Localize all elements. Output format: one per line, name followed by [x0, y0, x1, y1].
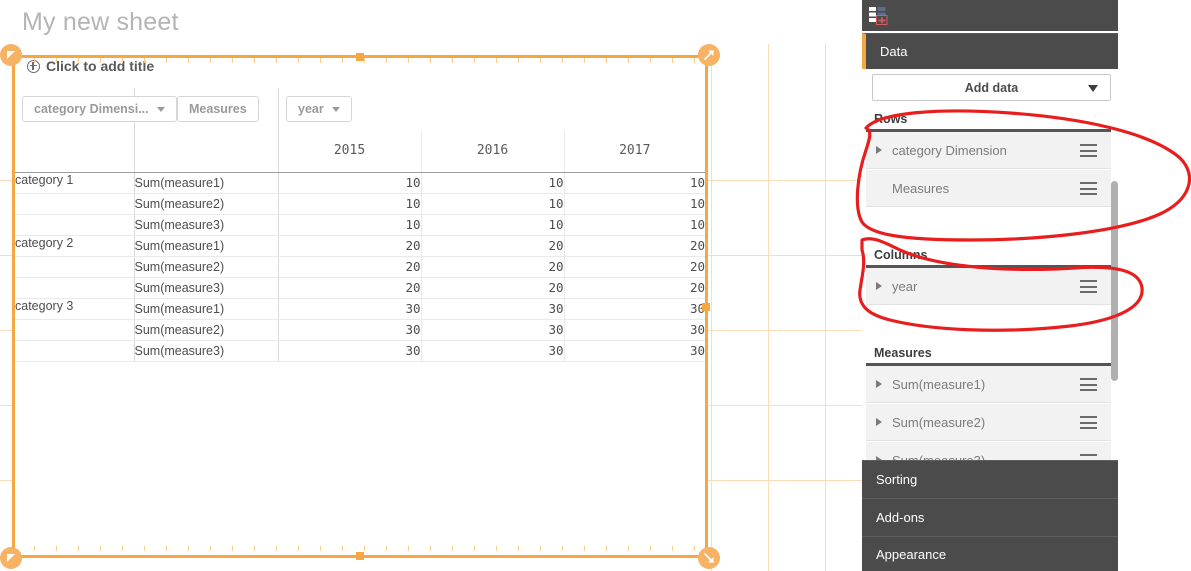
- resize-handle-bottom-left[interactable]: [0, 547, 22, 569]
- properties-panel: Data Add data Rows category Dimension Me…: [862, 0, 1191, 571]
- object-selection-frame: [0, 44, 720, 569]
- field-row-sum-measure2[interactable]: Sum(measure2): [866, 404, 1111, 441]
- chevron-down-icon: [1088, 85, 1098, 92]
- field-row-category-dimension[interactable]: category Dimension: [866, 132, 1111, 169]
- tab-data[interactable]: Data: [862, 33, 1118, 69]
- field-row-measures[interactable]: Measures: [866, 170, 1111, 207]
- menu-item-sorting[interactable]: Sorting: [862, 460, 1118, 498]
- field-label: year: [892, 278, 918, 294]
- add-table-chart-icon[interactable]: [868, 6, 888, 25]
- resize-handle-top[interactable]: [356, 53, 364, 61]
- expand-triangle-icon[interactable]: [876, 418, 882, 426]
- drag-handle-icon[interactable]: [1080, 378, 1097, 391]
- menu-item-label: Sorting: [876, 472, 918, 487]
- panel-content: Add data Rows category Dimension Measure…: [862, 69, 1118, 463]
- add-data-label: Add data: [964, 80, 1019, 95]
- resize-handle-bottom[interactable]: [356, 552, 364, 560]
- expand-triangle-icon[interactable]: [876, 282, 882, 290]
- expand-triangle-icon[interactable]: [876, 380, 882, 388]
- section-title-rows: Rows: [874, 112, 908, 126]
- grid-line-v: [711, 44, 712, 571]
- drag-handle-icon[interactable]: [1080, 280, 1097, 293]
- expand-triangle-icon[interactable]: [876, 146, 882, 154]
- menu-item-appearance[interactable]: Appearance: [862, 536, 1118, 571]
- field-row-year[interactable]: year: [866, 268, 1111, 305]
- field-label: category Dimension: [892, 142, 1007, 158]
- resize-handle-top-right[interactable]: [698, 44, 720, 66]
- grid-line-v: [825, 44, 826, 571]
- field-row-sum-measure1[interactable]: Sum(measure1): [866, 366, 1111, 403]
- drag-handle-icon[interactable]: [1080, 182, 1097, 195]
- selection-edge-left[interactable]: [12, 55, 15, 558]
- resize-handle-top-left[interactable]: [0, 44, 22, 66]
- menu-item-label: Add-ons: [876, 510, 925, 525]
- drag-handle-icon[interactable]: [1080, 416, 1097, 429]
- section-title-columns: Columns: [874, 248, 928, 262]
- menu-item-add-ons[interactable]: Add-ons: [862, 498, 1118, 536]
- field-label: Sum(measure2): [892, 414, 986, 430]
- field-label: Sum(measure1): [892, 376, 986, 392]
- panel-toolbar: [862, 0, 1118, 31]
- field-label: Measures: [892, 180, 950, 196]
- sheet-title[interactable]: My new sheet: [22, 8, 179, 37]
- sheet-canvas[interactable]: My new sheet Click to add title category…: [0, 0, 862, 571]
- resize-handle-right[interactable]: [702, 303, 710, 311]
- section-title-measures: Measures: [874, 346, 932, 360]
- resize-handle-bottom-right[interactable]: [698, 547, 720, 569]
- menu-item-label: Appearance: [876, 546, 947, 562]
- panel-scrollbar[interactable]: [1111, 181, 1118, 381]
- app-root: My new sheet Click to add title category…: [0, 0, 1191, 571]
- tab-data-label: Data: [880, 44, 908, 59]
- grid-line-v: [768, 44, 769, 571]
- drag-handle-icon[interactable]: [1080, 144, 1097, 157]
- add-data-button[interactable]: Add data: [872, 74, 1111, 101]
